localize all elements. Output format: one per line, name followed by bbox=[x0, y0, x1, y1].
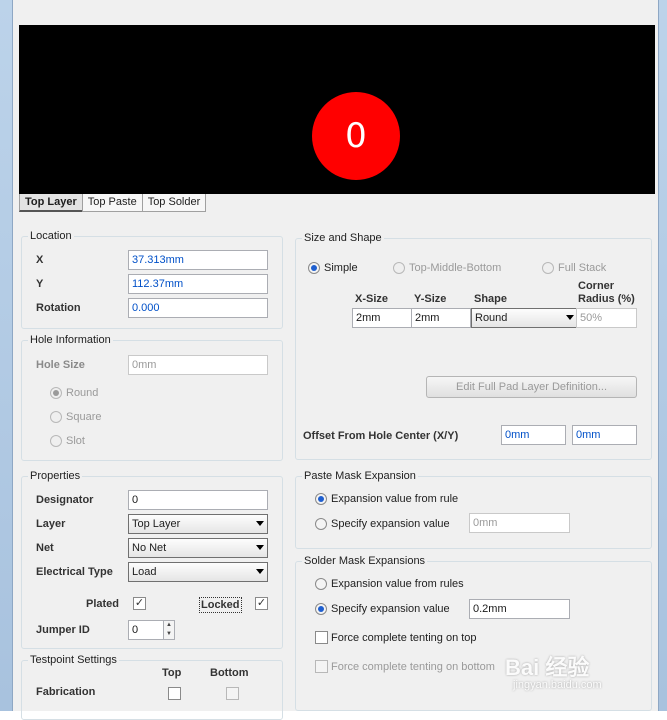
pad-circle: 0 bbox=[312, 92, 400, 180]
col-x-size: X-Size bbox=[355, 293, 389, 305]
y-size-input[interactable]: 2mm bbox=[411, 308, 471, 328]
mode-tmb-radio[interactable] bbox=[393, 262, 405, 274]
mode-simple-label: Simple bbox=[324, 262, 358, 274]
tab-top-layer[interactable]: Top Layer bbox=[19, 194, 83, 212]
testpoint-title: Testpoint Settings bbox=[28, 653, 119, 667]
offset-label: Offset From Hole Center (X/Y) bbox=[303, 430, 459, 442]
paste-rule-label: Expansion value from rule bbox=[331, 493, 459, 505]
y-input[interactable]: 112.37mm bbox=[128, 274, 268, 294]
offset-x-input[interactable]: 0mm bbox=[501, 425, 566, 445]
net-label: Net bbox=[36, 542, 54, 554]
paste-specify-label: Specify expansion value bbox=[331, 518, 450, 530]
hole-round-radio[interactable] bbox=[50, 387, 62, 399]
jumper-id-input[interactable]: 0 bbox=[128, 620, 166, 640]
layer-select-value: Top Layer bbox=[132, 518, 181, 530]
hole-square-radio[interactable] bbox=[50, 411, 62, 423]
chevron-down-icon bbox=[256, 569, 264, 574]
tab-top-solder[interactable]: Top Solder bbox=[141, 194, 207, 212]
col-shape: Shape bbox=[474, 293, 508, 305]
locked-checkbox[interactable]: ✓ bbox=[255, 597, 268, 610]
x-size-input[interactable]: 2mm bbox=[352, 308, 412, 328]
layer-label: Layer bbox=[36, 518, 66, 530]
col-y-size: Y-Size bbox=[414, 293, 447, 305]
rotation-input[interactable]: 0.000 bbox=[128, 298, 268, 318]
mode-tmb-label: Top-Middle-Bottom bbox=[409, 262, 502, 274]
solder-rule-radio[interactable] bbox=[315, 578, 327, 590]
solder-mask-title: Solder Mask Expansions bbox=[302, 554, 428, 568]
chevron-down-icon bbox=[256, 521, 264, 526]
x-input[interactable]: 37.313mm bbox=[128, 250, 268, 270]
watermark-url: jingyan.baidu.com bbox=[513, 679, 602, 691]
net-select-value: No Net bbox=[132, 542, 167, 554]
watermark-logo: Bai 经验 bbox=[505, 655, 590, 680]
tent-top-checkbox[interactable] bbox=[315, 631, 328, 644]
solder-value-input[interactable]: 0.2mm bbox=[469, 599, 570, 619]
layer-select[interactable]: Top Layer bbox=[128, 514, 268, 534]
mode-simple-radio[interactable] bbox=[308, 262, 320, 274]
pad-preview: 0 bbox=[19, 25, 655, 194]
fabrication-label: Fabrication bbox=[36, 686, 96, 698]
mode-full-stack-radio[interactable] bbox=[542, 262, 554, 274]
designator-input[interactable]: 0 bbox=[128, 490, 268, 510]
mode-full-stack-label: Full Stack bbox=[558, 262, 607, 274]
hole-size-label: Hole Size bbox=[36, 359, 85, 371]
fabrication-top-checkbox[interactable] bbox=[168, 687, 181, 700]
hole-slot-label: Slot bbox=[66, 435, 85, 447]
paste-specify-radio[interactable] bbox=[315, 518, 327, 530]
paste-mask-title: Paste Mask Expansion bbox=[302, 469, 418, 483]
shape-select[interactable]: Round bbox=[471, 308, 578, 328]
col-corner: Corner bbox=[578, 280, 615, 292]
size-shape-title: Size and Shape bbox=[302, 231, 384, 245]
edit-full-pad-layer-button[interactable]: Edit Full Pad Layer Definition... bbox=[426, 376, 637, 398]
plated-checkbox[interactable]: ✓ bbox=[133, 597, 146, 610]
plated-label: Plated bbox=[86, 598, 120, 610]
x-label: X bbox=[36, 254, 44, 266]
corner-radius-input[interactable]: 50% bbox=[576, 308, 637, 328]
electrical-type-select[interactable]: Load bbox=[128, 562, 268, 582]
spin-up-icon: ▲ bbox=[166, 622, 172, 628]
designator-label: Designator bbox=[36, 494, 94, 506]
shape-select-value: Round bbox=[475, 312, 508, 324]
spin-down-icon: ▼ bbox=[166, 631, 172, 637]
preview-layer-tabs: Top Layer Top Paste Top Solder bbox=[19, 194, 207, 212]
location-title: Location bbox=[28, 229, 74, 243]
properties-title: Properties bbox=[28, 469, 83, 483]
solder-specify-radio[interactable] bbox=[315, 603, 327, 615]
electrical-type-label: Electrical Type bbox=[36, 566, 113, 578]
electrical-type-value: Load bbox=[132, 566, 157, 578]
fabrication-bottom-checkbox[interactable] bbox=[226, 687, 239, 700]
hole-square-label: Square bbox=[66, 411, 102, 423]
y-label: Y bbox=[36, 278, 44, 290]
solder-rule-label: Expansion value from rules bbox=[331, 578, 464, 590]
hole-slot-radio[interactable] bbox=[50, 435, 62, 447]
jumper-id-label: Jumper ID bbox=[36, 624, 90, 636]
testpoint-bottom-header: Bottom bbox=[210, 667, 249, 679]
hole-info-title: Hole Information bbox=[28, 333, 113, 347]
tent-bottom-label: Force complete tenting on bottom bbox=[331, 661, 495, 673]
solder-specify-label: Specify expansion value bbox=[331, 603, 450, 615]
tab-top-paste[interactable]: Top Paste bbox=[81, 194, 143, 212]
rotation-label: Rotation bbox=[36, 302, 81, 314]
col-corner-radius: Radius (%) bbox=[578, 293, 635, 305]
chevron-down-icon bbox=[566, 315, 574, 320]
chevron-down-icon bbox=[256, 545, 264, 550]
tent-bottom-checkbox[interactable] bbox=[315, 660, 328, 673]
net-select[interactable]: No Net bbox=[128, 538, 268, 558]
hole-size-input[interactable]: 0mm bbox=[128, 355, 268, 375]
tent-top-label: Force complete tenting on top bbox=[331, 632, 477, 644]
testpoint-top-header: Top bbox=[162, 667, 182, 679]
jumper-id-spinner[interactable]: ▲ ▼ bbox=[163, 620, 175, 640]
paste-value-input[interactable]: 0mm bbox=[469, 513, 570, 533]
locked-label: Locked bbox=[199, 597, 242, 613]
hole-round-label: Round bbox=[66, 387, 99, 399]
paste-rule-radio[interactable] bbox=[315, 493, 327, 505]
offset-y-input[interactable]: 0mm bbox=[572, 425, 637, 445]
